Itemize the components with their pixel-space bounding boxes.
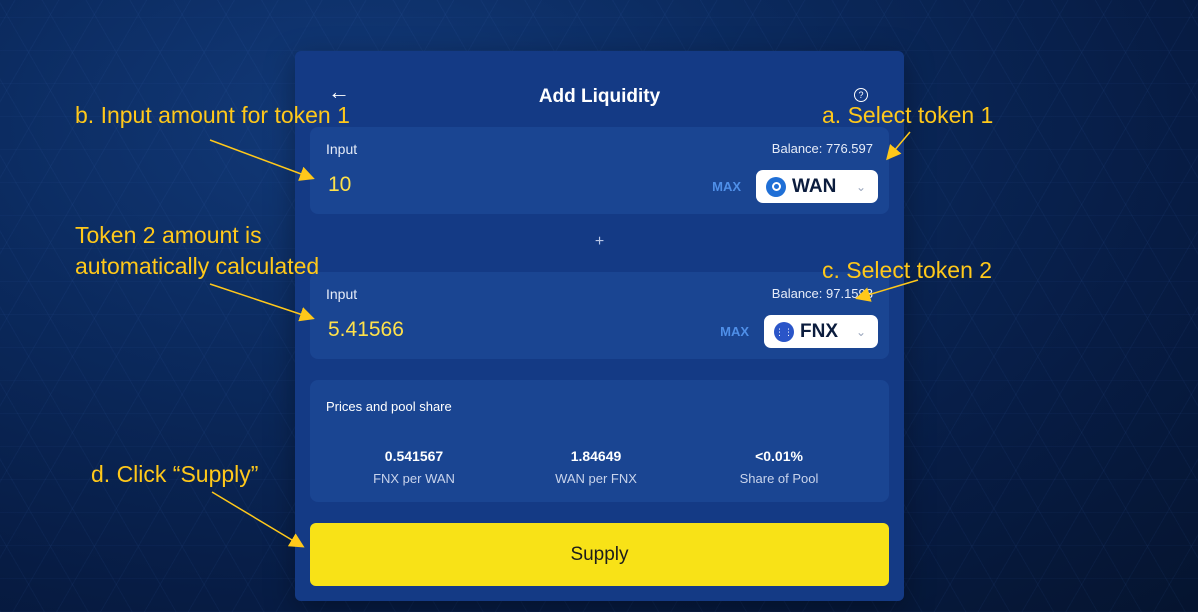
stat-label: FNX per WAN xyxy=(373,471,455,486)
prices-title: Prices and pool share xyxy=(326,399,452,414)
token2-input-panel: Input Balance: 97.1593 MAX ⋮⋮ FNX ⌄ xyxy=(310,272,889,359)
page-title: Add Liquidity xyxy=(538,86,661,107)
balance-text: Balance: 776.597 xyxy=(771,141,873,156)
token2-amount-input[interactable] xyxy=(326,314,690,346)
annotation-a: a. Select token 1 xyxy=(822,102,994,128)
share-of-pool: <0.01% Share of Pool xyxy=(699,448,859,486)
token1-input-panel: Input Balance: 776.597 MAX WAN ⌄ xyxy=(310,127,889,214)
price-wan-per-fnx: 1.84649 WAN per FNX xyxy=(516,448,676,486)
annotation-token2-line1: Token 2 amount is xyxy=(75,222,262,248)
token-symbol: WAN xyxy=(792,175,837,197)
chevron-down-icon: ⌄ xyxy=(855,324,866,339)
wan-token-icon xyxy=(766,176,786,197)
token2-select[interactable]: ⋮⋮ FNX ⌄ xyxy=(764,315,878,348)
annotation-c: c. Select token 2 xyxy=(822,257,993,283)
chevron-down-icon: ⌄ xyxy=(855,179,866,194)
stat-value: <0.01% xyxy=(755,448,803,464)
token-symbol: FNX xyxy=(800,320,838,342)
stat-label: Share of Pool xyxy=(739,471,819,486)
prices-pool-share-panel: Prices and pool share 0.541567 FNX per W… xyxy=(310,380,889,502)
question-circle-icon[interactable]: ? xyxy=(854,88,868,102)
supply-button[interactable]: Supply xyxy=(310,523,889,586)
max-button[interactable]: MAX xyxy=(712,179,741,194)
fnx-token-icon: ⋮⋮ xyxy=(774,321,794,342)
max-button[interactable]: MAX xyxy=(720,324,749,339)
annotation-d: d. Click “Supply” xyxy=(91,461,259,487)
annotation-b: b. Input amount for token 1 xyxy=(75,102,350,128)
input-label: Input xyxy=(326,141,358,157)
price-fnx-per-wan: 0.541567 FNX per WAN xyxy=(334,448,494,486)
annotation-token2-line2: automatically calculated xyxy=(75,253,320,279)
stat-label: WAN per FNX xyxy=(555,471,637,486)
balance-text: Balance: 97.1593 xyxy=(771,286,873,301)
add-liquidity-card: ← Add Liquidity ? Input Balance: 776.597… xyxy=(295,51,904,601)
token1-select[interactable]: WAN ⌄ xyxy=(756,170,878,203)
stat-value: 0.541567 xyxy=(384,448,444,464)
token1-amount-input[interactable] xyxy=(326,169,690,201)
input-label: Input xyxy=(326,286,358,302)
stat-value: 1.84649 xyxy=(570,448,622,464)
plus-separator: + xyxy=(594,233,605,250)
